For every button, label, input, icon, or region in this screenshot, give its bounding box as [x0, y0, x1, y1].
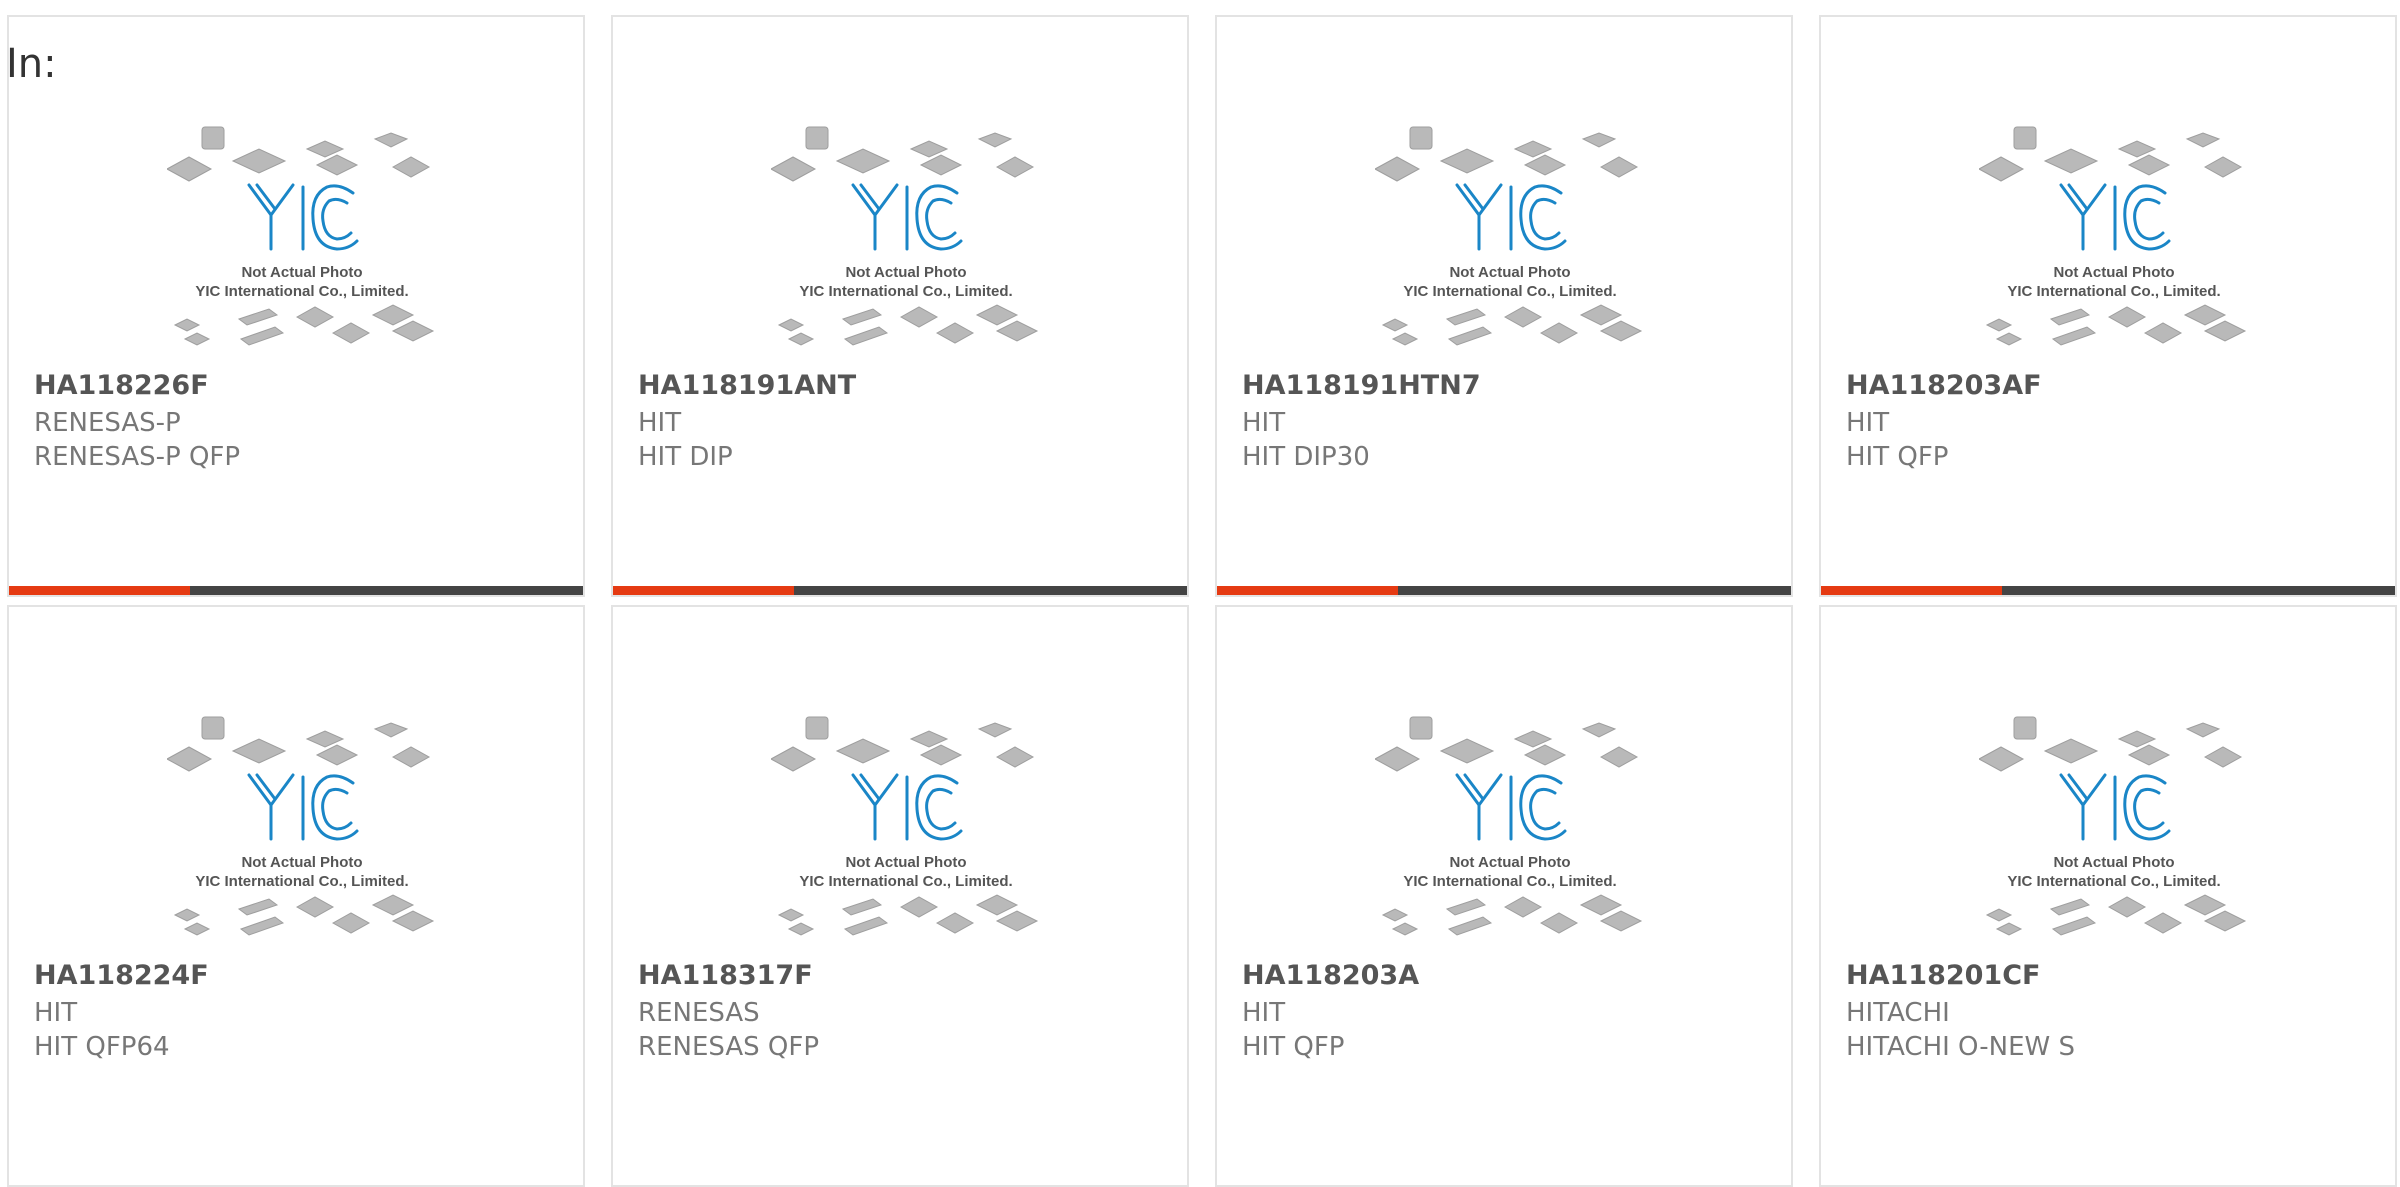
manufacturer-text: HIT	[1242, 998, 1286, 1028]
card-bottom-bar	[9, 586, 583, 595]
photo-caption-1: Not Actual Photo	[2053, 264, 2174, 281]
product-photo-placeholder: Not Actual Photo YIC International Co., …	[771, 126, 1039, 346]
card-accent-bar	[1821, 586, 2002, 595]
product-card[interactable]: Not Actual Photo YIC International Co., …	[1819, 605, 2397, 1187]
photo-caption-1: Not Actual Photo	[241, 854, 362, 871]
photo-caption-1: Not Actual Photo	[1449, 854, 1570, 871]
package-text: HITACHI O-NEW S	[1846, 1032, 2075, 1062]
manufacturer-text: HITACHI	[1846, 998, 1950, 1028]
product-card[interactable]: Not Actual Photo YIC International Co., …	[1819, 15, 2397, 597]
part-number-link[interactable]: HA118317F	[638, 962, 813, 989]
manufacturer-text: HIT	[1846, 408, 1890, 438]
product-photo-placeholder: Not Actual Photo YIC International Co., …	[1375, 126, 1643, 346]
part-number-link[interactable]: HA118224F	[34, 962, 209, 989]
card-accent-bar	[9, 586, 190, 595]
in-label: In:	[6, 41, 57, 87]
product-card[interactable]: Not Actual Photo YIC International Co., …	[611, 15, 1189, 597]
package-text: HIT DIP	[638, 442, 733, 472]
photo-caption-2: YIC International Co., Limited.	[2007, 873, 2220, 890]
manufacturer-text: HIT	[1242, 408, 1286, 438]
product-card[interactable]: Not Actual Photo YIC International Co., …	[1215, 15, 1793, 597]
part-number-link[interactable]: HA118201CF	[1846, 962, 2040, 989]
photo-caption-1: Not Actual Photo	[2053, 854, 2174, 871]
photo-caption-1: Not Actual Photo	[845, 854, 966, 871]
card-accent-bar	[613, 586, 794, 595]
package-text: HIT DIP30	[1242, 442, 1370, 472]
product-photo-placeholder: Not Actual Photo YIC International Co., …	[1979, 716, 2247, 936]
photo-caption-2: YIC International Co., Limited.	[2007, 283, 2220, 300]
card-bottom-bar	[613, 586, 1187, 595]
photo-caption-1: Not Actual Photo	[845, 264, 966, 281]
photo-caption-2: YIC International Co., Limited.	[799, 873, 1012, 890]
manufacturer-text: RENESAS	[638, 998, 760, 1028]
package-text: RENESAS-P QFP	[34, 442, 241, 472]
manufacturer-text: HIT	[34, 998, 78, 1028]
package-text: HIT QFP	[1846, 442, 1949, 472]
photo-caption-2: YIC International Co., Limited.	[799, 283, 1012, 300]
product-photo-placeholder: Not Actual Photo YIC International Co., …	[1979, 126, 2247, 346]
product-photo-placeholder: Not Actual Photo YIC International Co., …	[167, 716, 435, 936]
card-accent-bar	[1217, 586, 1398, 595]
part-number-link[interactable]: HA118226F	[34, 372, 209, 399]
product-photo-placeholder: Not Actual Photo YIC International Co., …	[167, 126, 435, 346]
photo-caption-2: YIC International Co., Limited.	[1403, 283, 1616, 300]
product-card[interactable]: Not Actual Photo YIC International Co., …	[7, 15, 585, 597]
package-text: RENESAS QFP	[638, 1032, 820, 1062]
part-number-link[interactable]: HA118191HTN7	[1242, 372, 1481, 399]
product-photo-placeholder: Not Actual Photo YIC International Co., …	[1375, 716, 1643, 936]
photo-caption-2: YIC International Co., Limited.	[195, 873, 408, 890]
photo-caption-1: Not Actual Photo	[241, 264, 362, 281]
part-number-link[interactable]: HA118191ANT	[638, 372, 856, 399]
product-card[interactable]: Not Actual Photo YIC International Co., …	[7, 605, 585, 1187]
product-card[interactable]: Not Actual Photo YIC International Co., …	[1215, 605, 1793, 1187]
card-bottom-bar	[1821, 586, 2395, 595]
photo-caption-1: Not Actual Photo	[1449, 264, 1570, 281]
photo-caption-2: YIC International Co., Limited.	[195, 283, 408, 300]
manufacturer-text: HIT	[638, 408, 682, 438]
part-number-link[interactable]: HA118203AF	[1846, 372, 2042, 399]
product-photo-placeholder: Not Actual Photo YIC International Co., …	[771, 716, 1039, 936]
manufacturer-text: RENESAS-P	[34, 408, 181, 438]
photo-caption-2: YIC International Co., Limited.	[1403, 873, 1616, 890]
package-text: HIT QFP	[1242, 1032, 1345, 1062]
package-text: HIT QFP64	[34, 1032, 170, 1062]
part-number-link[interactable]: HA118203A	[1242, 962, 1419, 989]
product-card[interactable]: Not Actual Photo YIC International Co., …	[611, 605, 1189, 1187]
card-bottom-bar	[1217, 586, 1791, 595]
